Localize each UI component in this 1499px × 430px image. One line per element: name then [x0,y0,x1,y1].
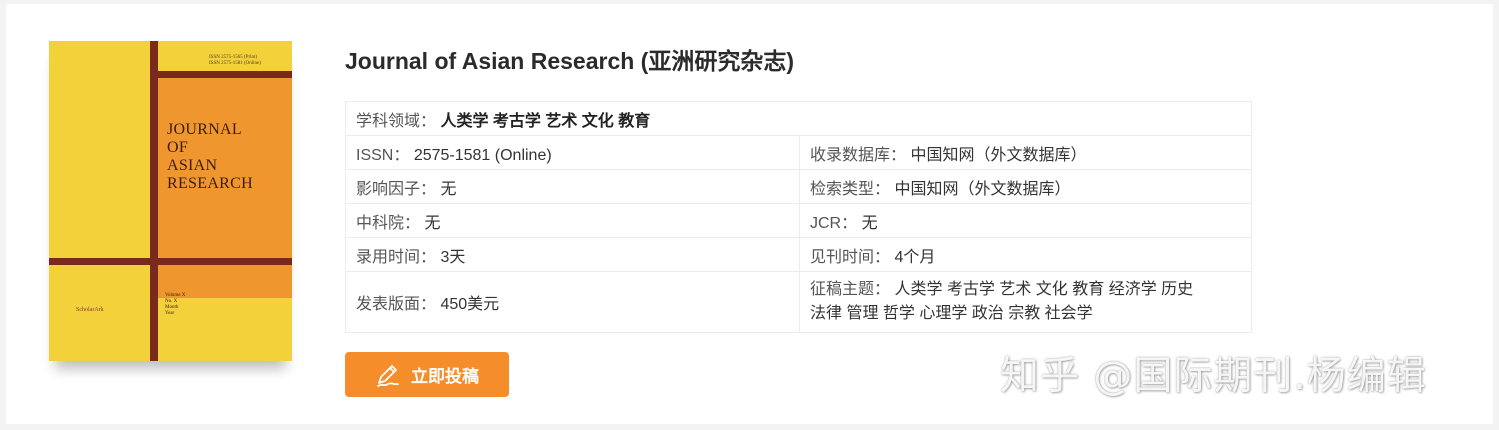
subject-label: 学科领域： [356,112,437,130]
journal-info-table: 学科领域： 人类学 考古学 艺术 文化 教育 ISSN： 2575-1581 (… [345,101,1252,333]
accept-time-cell: 录用时间： 3天 [345,237,800,272]
cover-volume: Volume X No. X Month Year [165,293,186,316]
info-row-subject: 学科领域： 人类学 考古学 艺术 文化 教育 [345,101,1252,136]
cover-title: JOURNAL OF ASIAN RESEARCH [167,121,253,192]
jcr-cell: JCR： 无 [799,203,1252,238]
publish-time-value: 4个月 [894,248,936,266]
search-type-label: 检索类型： [810,180,891,198]
info-row: 发表版面： 450美元 征稿主题： 人类学 考古学 艺术 文化 教育 经济学 历… [345,271,1252,333]
impact-value: 无 [440,180,457,198]
topics-value-line2: 法律 管理 哲学 心理学 政治 宗教 社会学 [810,305,1093,322]
cover-vertical-bar [150,41,158,361]
fee-label: 发表版面： [356,296,437,313]
fee-cell: 发表版面： 450美元 [345,271,800,333]
topics-value-line1: 人类学 考古学 艺术 文化 教育 经济学 历史 [894,281,1194,298]
jcr-label: JCR： [810,214,858,232]
info-row: 录用时间： 3天 见刊时间： 4个月 [345,237,1252,272]
publish-time-cell: 见刊时间： 4个月 [799,237,1252,272]
search-type-value: 中国知网（外文数据库） [894,180,1071,198]
info-row: 中科院： 无 JCR： 无 [345,203,1252,238]
jcr-value: 无 [861,214,878,232]
cover-bottom-bar [49,258,292,265]
journal-cover[interactable]: ISSN 2575-1565 (Print) ISSN 2575-1581 (O… [49,41,292,361]
subject-cell: 学科领域： 人类学 考古学 艺术 文化 教育 [345,101,1252,136]
issn-label: ISSN： [356,146,410,164]
pen-icon [375,362,401,388]
search-type-cell: 检索类型： 中国知网（外文数据库） [799,169,1252,204]
subject-value: 人类学 考古学 艺术 文化 教育 [440,112,651,130]
cover-image: ISSN 2575-1565 (Print) ISSN 2575-1581 (O… [49,41,292,361]
accept-time-label: 录用时间： [356,248,437,266]
journal-title[interactable]: Journal of Asian Research (亚洲研究杂志) [345,42,794,76]
impact-label: 影响因子： [356,180,437,198]
info-row: ISSN： 2575-1581 (Online) 收录数据库： 中国知网（外文数… [345,135,1252,170]
submit-manuscript-button[interactable]: 立即投稿 [345,352,509,397]
database-label: 收录数据库： [810,146,907,164]
fee-value: 450美元 [440,296,500,313]
topics-cell: 征稿主题： 人类学 考古学 艺术 文化 教育 经济学 历史 法律 管理 哲学 心… [799,271,1252,333]
impact-cell: 影响因子： 无 [345,169,800,204]
topics-label: 征稿主题： [810,281,891,298]
accept-time-value: 3天 [440,248,466,266]
cover-top-bar [150,71,292,78]
cas-label: 中科院： [356,214,421,232]
database-cell: 收录数据库： 中国知网（外文数据库） [799,135,1252,170]
issn-cell: ISSN： 2575-1581 (Online) [345,135,800,170]
watermark: 知乎 @国际期刊.杨编辑 [1000,354,1427,399]
info-row: 影响因子： 无 检索类型： 中国知网（外文数据库） [345,169,1252,204]
cover-issn: ISSN 2575-1565 (Print) ISSN 2575-1581 (O… [209,55,261,66]
database-value: 中国知网（外文数据库） [910,146,1087,164]
submit-button-label: 立即投稿 [411,367,479,386]
issn-value: 2575-1581 (Online) [413,146,552,164]
cas-value: 无 [424,214,441,232]
publish-time-label: 见刊时间： [810,248,891,266]
cas-cell: 中科院： 无 [345,203,800,238]
cover-publisher: ScholarArk [76,307,104,313]
